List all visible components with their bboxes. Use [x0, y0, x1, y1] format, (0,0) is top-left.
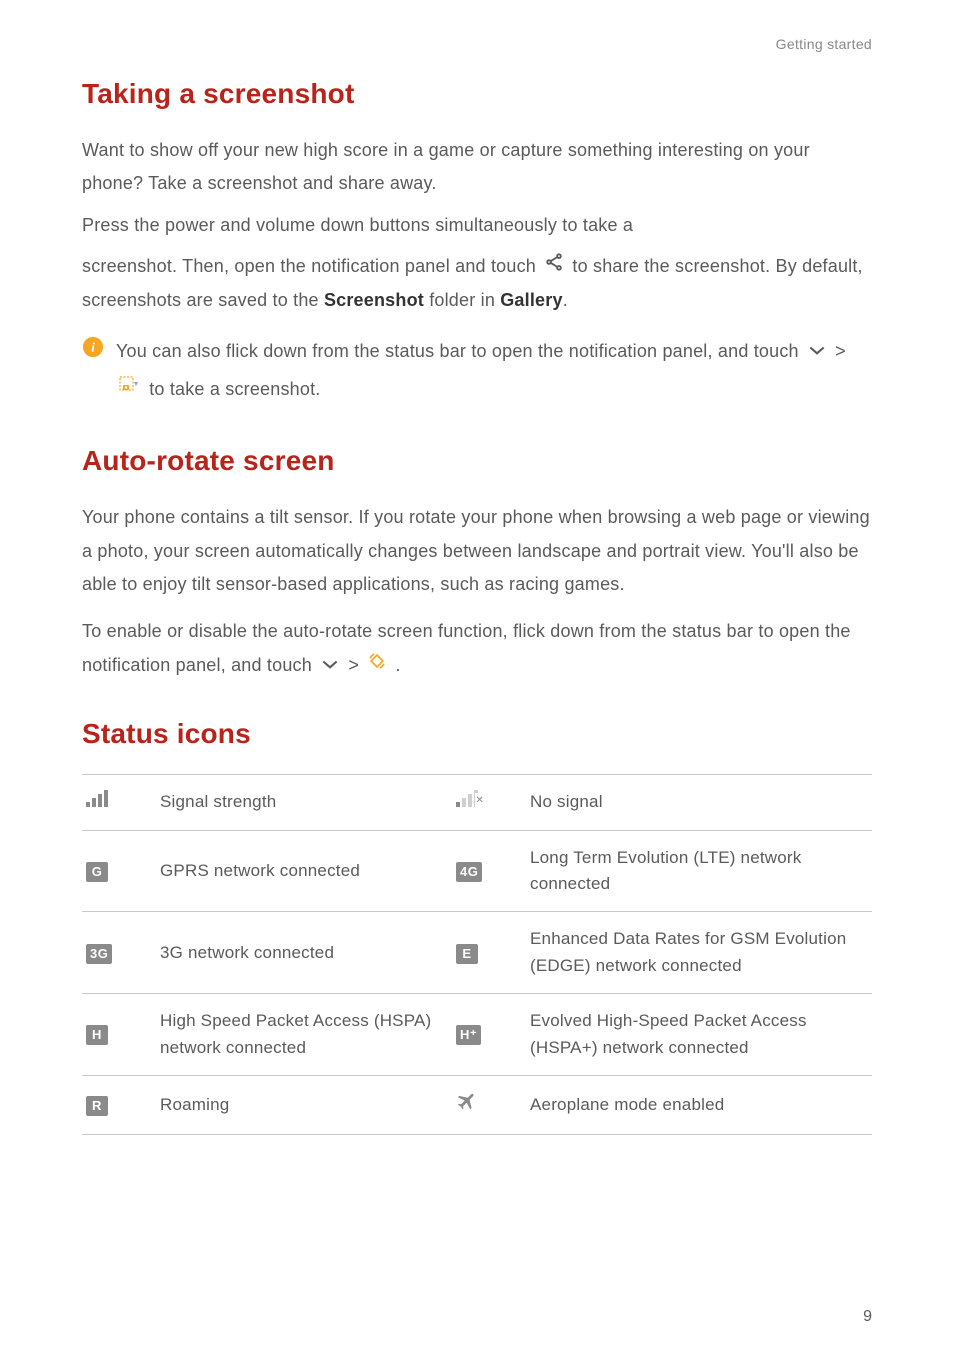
text-fragment: folder in [429, 290, 500, 310]
screenshot-folder-label: Screenshot [324, 290, 424, 310]
cell-hspa: High Speed Packet Access (HSPA) network … [152, 994, 452, 1076]
cell-gprs: GPRS network connected [152, 830, 452, 912]
table-row: 3G 3G network connected E Enhanced Data … [82, 912, 872, 994]
text-fragment: > [348, 655, 364, 675]
screenshot-paragraph-2: screenshot. Then, open the notification … [82, 250, 872, 317]
page-number: 9 [863, 1308, 872, 1326]
text-fragment: To enable or disable the auto-rotate scr… [82, 621, 851, 674]
section-title-status-icons: Status icons [82, 718, 872, 750]
chevron-down-icon [807, 333, 827, 371]
3g-icon: 3G [82, 912, 152, 994]
info-note: i You can also flick down from the statu… [82, 333, 872, 409]
gallery-folder-label: Gallery [500, 290, 562, 310]
section-title-autorotate: Auto-rotate screen [82, 445, 872, 477]
hspa-icon: H [82, 994, 152, 1076]
screenshot-paragraph-1a: Want to show off your new high score in … [82, 134, 872, 201]
rotate-icon [367, 649, 387, 682]
table-row: R Roaming Aeroplane mode enabled [82, 1075, 872, 1134]
cell-hspa-plus: Evolved High-Speed Packet Access (HSPA+)… [522, 994, 872, 1076]
roaming-icon: R [82, 1075, 152, 1134]
edge-icon: E [452, 912, 522, 994]
cell-no-signal: No signal [522, 775, 872, 830]
cell-lte: Long Term Evolution (LTE) network connec… [522, 830, 872, 912]
text-fragment: You can also flick down from the status … [116, 341, 804, 361]
info-icon: i [82, 336, 104, 363]
chevron-down-icon [320, 649, 340, 682]
4g-icon: 4G [452, 830, 522, 912]
share-icon [544, 250, 564, 283]
text-fragment: to take a screenshot. [149, 379, 320, 399]
status-icons-table: Signal strength ✕ No signal G GPRS netwo… [82, 774, 872, 1135]
text-fragment: screenshot. Then, open the notification … [82, 256, 541, 276]
autorotate-paragraph-1: Your phone contains a tilt sensor. If yo… [82, 501, 872, 601]
text-fragment: > [835, 341, 846, 361]
svg-text:i: i [91, 341, 95, 355]
table-row: Signal strength ✕ No signal [82, 775, 872, 830]
table-row: G GPRS network connected 4G Long Term Ev… [82, 830, 872, 912]
airplane-icon [452, 1075, 522, 1134]
info-text: You can also flick down from the status … [116, 333, 872, 409]
screenshot-tool-icon [119, 372, 141, 410]
table-row: H High Speed Packet Access (HSPA) networ… [82, 994, 872, 1076]
cell-edge: Enhanced Data Rates for GSM Evolution (E… [522, 912, 872, 994]
text-fragment: . [396, 655, 401, 675]
gprs-icon: G [82, 830, 152, 912]
page-header: Getting started [82, 36, 872, 52]
autorotate-paragraph-2: To enable or disable the auto-rotate scr… [82, 615, 872, 682]
section-title-screenshot: Taking a screenshot [82, 78, 872, 110]
cell-airplane: Aeroplane mode enabled [522, 1075, 872, 1134]
cell-roaming: Roaming [152, 1075, 452, 1134]
screenshot-paragraph-1b: Press the power and volume down buttons … [82, 209, 872, 242]
text-fragment: . [563, 290, 568, 310]
cell-signal-strength: Signal strength [152, 775, 452, 830]
cell-3g: 3G network connected [152, 912, 452, 994]
signal-strength-icon [82, 775, 152, 830]
no-signal-icon: ✕ [452, 775, 522, 830]
hspa-plus-icon: H⁺ [452, 994, 522, 1076]
